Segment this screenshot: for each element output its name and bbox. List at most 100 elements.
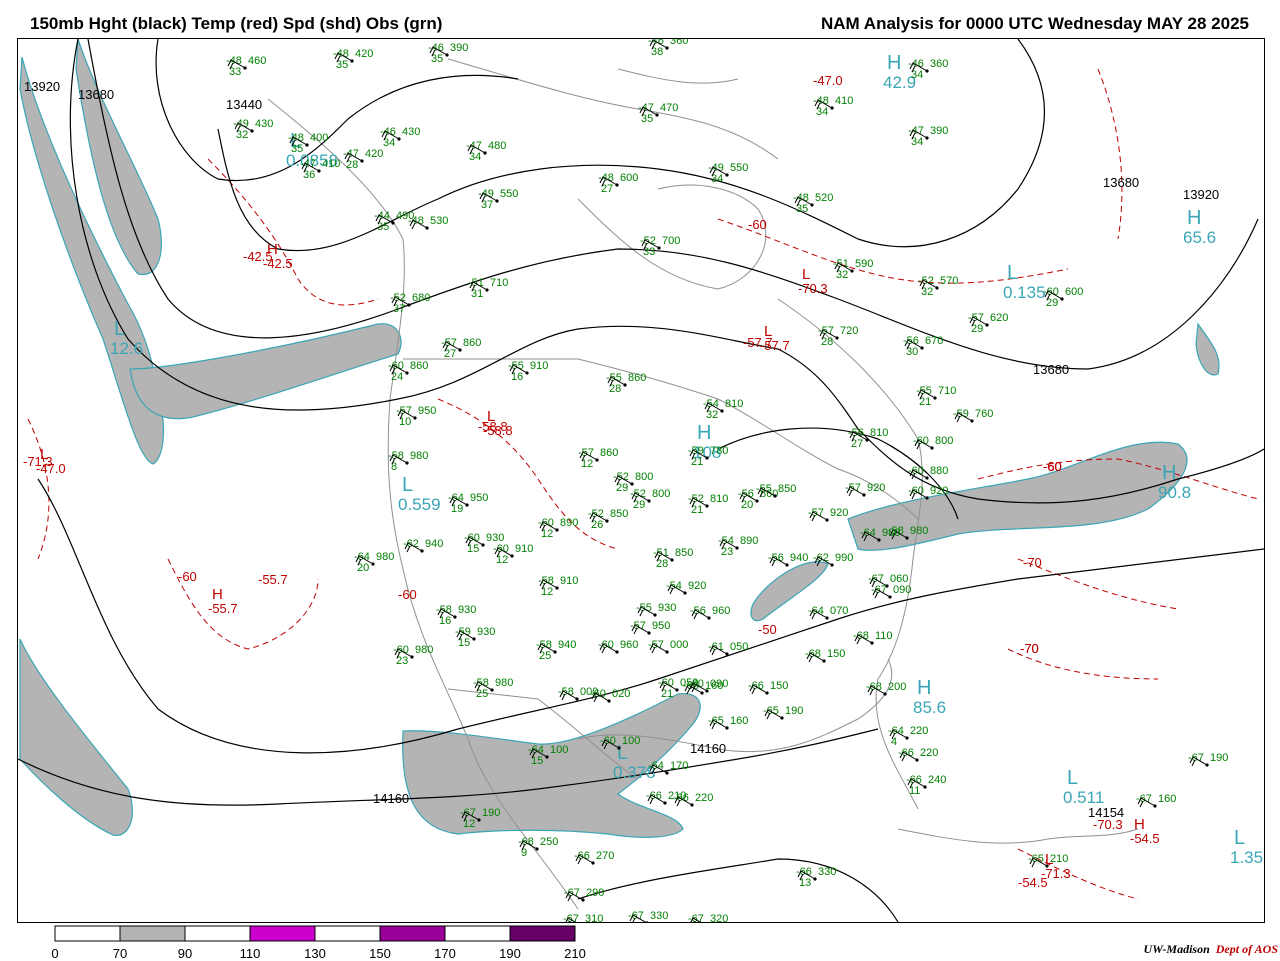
station-observation: -57 920 bbox=[808, 507, 848, 522]
temp-extremum-value: -54.5 bbox=[1130, 831, 1160, 846]
obs-height: 930 bbox=[658, 602, 676, 614]
obs-height: 330 bbox=[650, 910, 668, 922]
speed-extremum-value: 0.135 bbox=[1003, 283, 1046, 302]
obs-dewpoint-depression: 4 bbox=[891, 736, 897, 748]
station-observation: -60 98023 bbox=[393, 644, 433, 667]
obs-height: 270 bbox=[596, 850, 614, 862]
obs-height: 980 bbox=[415, 644, 433, 656]
obs-height: 860 bbox=[600, 447, 618, 459]
obs-height: 410 bbox=[835, 95, 853, 107]
temp-contour bbox=[1017, 558, 1179, 610]
speed-low-marker: L bbox=[1234, 827, 1245, 849]
station-observation: -67 310 bbox=[563, 913, 603, 922]
speed-extremum-value: 90.8 bbox=[1158, 483, 1191, 502]
obs-height: 600 bbox=[620, 172, 638, 184]
obs-height: 330 bbox=[818, 866, 836, 878]
obs-height: 150 bbox=[827, 648, 845, 660]
station-observation: -60 89012 bbox=[538, 517, 578, 540]
speed-extremum-value: 1.35 bbox=[1230, 848, 1263, 867]
speed-high-marker: H bbox=[697, 422, 711, 444]
station-observation: -59 760 bbox=[953, 408, 993, 423]
obs-height: 960 bbox=[620, 639, 638, 651]
obs-height: 000 bbox=[670, 639, 688, 651]
station-observation: -57 72028 bbox=[818, 325, 858, 348]
station-observation: -57 86027 bbox=[441, 337, 481, 360]
station-observation: -59 93015 bbox=[455, 626, 495, 649]
obs-height: 990 bbox=[835, 552, 853, 564]
station-observation: -51 71031 bbox=[468, 277, 508, 300]
obs-height: 220 bbox=[920, 747, 938, 759]
obs-height: 480 bbox=[488, 140, 506, 152]
obs-height: 950 bbox=[470, 492, 488, 504]
station-observation: -62 940 bbox=[403, 538, 443, 553]
colorbar-tick-label: 70 bbox=[112, 946, 128, 961]
station-observation: -60 960 bbox=[598, 639, 638, 654]
obs-height: 470 bbox=[660, 102, 678, 114]
obs-height: 460 bbox=[248, 55, 266, 67]
obs-height: 250 bbox=[540, 836, 558, 848]
station-observation: -66 270 bbox=[574, 850, 614, 865]
obs-height: 710 bbox=[490, 277, 508, 289]
station-observation: -66 220 bbox=[898, 747, 938, 762]
station-observation: -60 91012 bbox=[493, 543, 533, 566]
obs-height: 090 bbox=[710, 678, 728, 690]
temp-contour bbox=[1097, 68, 1123, 240]
temperature-contour-label: -60 bbox=[1043, 459, 1062, 474]
obs-height: 980 bbox=[410, 450, 428, 462]
station-observation: -47 39034 bbox=[908, 125, 948, 148]
obs-height: 420 bbox=[355, 48, 373, 60]
jet-streak-west-coast bbox=[19, 638, 133, 836]
obs-height: 160 bbox=[730, 715, 748, 727]
obs-height: 980 bbox=[376, 551, 394, 563]
colorbar-tick-label: 130 bbox=[304, 946, 326, 961]
obs-height: 760 bbox=[975, 408, 993, 420]
temperature-contour-label: -60 bbox=[178, 569, 197, 584]
station-observation: -60 880 bbox=[908, 465, 948, 480]
colorbar-segment bbox=[379, 925, 446, 942]
station-observation: -52 68037 bbox=[390, 292, 430, 315]
colorbar-segment bbox=[509, 925, 576, 942]
obs-height: 810 bbox=[710, 493, 728, 505]
obs-height: 360 bbox=[670, 39, 688, 47]
obs-height: 800 bbox=[635, 471, 653, 483]
obs-height: 620 bbox=[990, 312, 1008, 324]
obs-height: 360 bbox=[930, 58, 948, 70]
station-observation: -46 43034 bbox=[380, 126, 420, 149]
obs-height: 400 bbox=[310, 132, 328, 144]
obs-height: 390 bbox=[930, 125, 948, 137]
temp-extremum-value: -57.7 bbox=[760, 338, 790, 353]
height-contour-label: 14160 bbox=[690, 741, 726, 756]
colorbar-segment bbox=[54, 925, 121, 942]
speed-low-marker: L bbox=[402, 474, 413, 496]
speed-high-marker: H bbox=[1187, 207, 1201, 229]
station-observation: -49 43032 bbox=[233, 118, 273, 141]
obs-height: 860 bbox=[463, 337, 481, 349]
obs-dewpoint-depression: 9 bbox=[521, 847, 527, 859]
obs-height: 940 bbox=[790, 552, 808, 564]
station-observation: -68 200 bbox=[866, 681, 906, 696]
obs-dewpoint-depression: 8 bbox=[391, 461, 397, 473]
speed-colorbar bbox=[54, 925, 576, 942]
station-observation: -57 920 bbox=[845, 482, 885, 497]
station-observation: -55 71021 bbox=[916, 385, 956, 408]
obs-height: 220 bbox=[910, 725, 928, 737]
height-contour-label: 13920 bbox=[24, 79, 60, 94]
obs-height: 980 bbox=[882, 527, 900, 539]
station-observation: -64 95019 bbox=[448, 492, 488, 515]
obs-height: 420 bbox=[365, 148, 383, 160]
obs-height: 850 bbox=[675, 547, 693, 559]
obs-height: 780 bbox=[710, 445, 728, 457]
station-observation: -57 95010 bbox=[396, 405, 436, 428]
speed-extremum-value: 0.511 bbox=[1063, 788, 1104, 807]
speed-high-marker: H bbox=[887, 52, 901, 74]
colorbar-tick-label: 0 bbox=[51, 946, 59, 961]
obs-height: 920 bbox=[830, 507, 848, 519]
obs-height: 550 bbox=[730, 162, 748, 174]
station-observation: -60 800 bbox=[913, 435, 953, 450]
station-observation: -60 86024 bbox=[388, 360, 428, 383]
obs-height: 390 bbox=[450, 42, 468, 54]
station-observation: -65 160 bbox=[708, 715, 748, 730]
temperature-contour-label: -60 bbox=[748, 217, 767, 232]
obs-height: 070 bbox=[830, 605, 848, 617]
height-contour bbox=[577, 858, 899, 922]
